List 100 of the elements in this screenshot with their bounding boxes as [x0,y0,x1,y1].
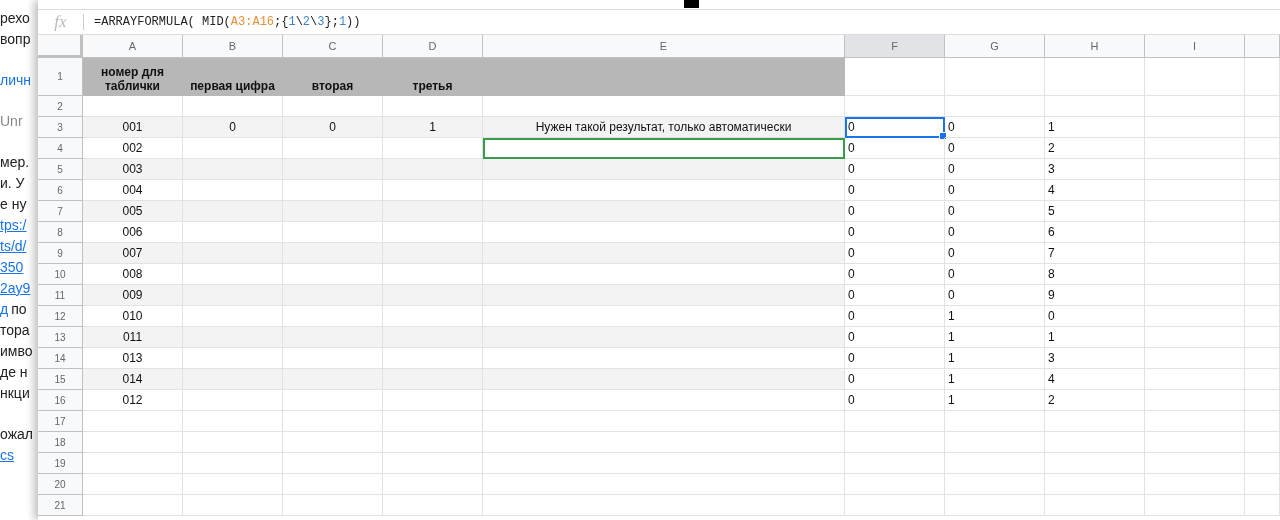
table-cell: третья [383,58,483,96]
link[interactable]: tps:/ [0,217,27,233]
table-cell: 1 [1045,327,1145,348]
table-cell: 1 [945,348,1045,369]
table-cell [1245,411,1280,432]
table-cell: 0 [845,222,945,243]
page-text: мер. [0,154,30,170]
row-number[interactable]: 1 [38,58,83,96]
link[interactable]: 350 [0,259,24,275]
table-cell [1245,243,1280,264]
table-cell: 0 [945,159,1045,180]
table-cell [1245,348,1280,369]
table-cell: 0 [945,180,1045,201]
table-cell: вторая [283,58,383,96]
page-text: рехо [0,10,30,26]
table-cell: 007 [83,243,183,264]
corner-cell[interactable] [38,35,83,58]
row-number[interactable]: 3 [38,117,83,138]
row-number[interactable]: 4 [38,138,83,159]
page-text: нкци [0,385,30,401]
table-cell: 1 [945,390,1045,411]
table-cell [1245,306,1280,327]
table-cell: 0 [845,159,945,180]
page-text: де н [0,364,28,380]
table-cell: 1 [945,327,1045,348]
row-number[interactable]: 20 [38,474,83,495]
formula-field[interactable]: =ARRAYFORMULA( MID(A3:A16;{1\2\3};1)) [94,15,361,29]
column-header[interactable] [1245,35,1280,58]
row-number[interactable]: 6 [38,180,83,201]
fill-handle[interactable] [939,132,947,140]
column-header[interactable]: H [1045,35,1145,58]
table-cell: 011 [83,327,183,348]
row-number[interactable]: 14 [38,348,83,369]
table-cell: 4 [1045,180,1145,201]
page-text: по [11,301,27,317]
table-cell: 2 [1045,138,1145,159]
table-cell: 1 [945,369,1045,390]
link[interactable]: cs [0,447,14,463]
row-number[interactable]: 19 [38,453,83,474]
table-cell: 014 [83,369,183,390]
row-number[interactable]: 18 [38,432,83,453]
row-number[interactable]: 7 [38,201,83,222]
table-cell: 0 [945,138,1045,159]
row-number[interactable]: 8 [38,222,83,243]
table-cell [1245,159,1280,180]
table-cell: 0 [845,327,945,348]
table-cell: 1 [945,306,1045,327]
table-cell: 0 [283,117,383,138]
column-header[interactable]: E [483,35,845,58]
table-cell: 9 [1045,285,1145,306]
row-number[interactable]: 12 [38,306,83,327]
table-cell [1245,327,1280,348]
link[interactable]: д [0,301,9,317]
table-cell: 005 [83,201,183,222]
row-number[interactable]: 2 [38,96,83,117]
column-header[interactable]: G [945,35,1045,58]
page-text: личн [0,72,31,88]
table-cell [1245,180,1280,201]
table-cell: 009 [83,285,183,306]
page-text: имво [0,343,33,359]
square-icon [684,0,699,8]
table-cell: 0 [845,285,945,306]
table-cell: 7 [1045,243,1145,264]
row-number[interactable]: 15 [38,369,83,390]
column-header[interactable]: C [283,35,383,58]
table-cell: 0 [845,306,945,327]
page-text: Unr [0,113,23,129]
table-cell: 0 [945,201,1045,222]
link[interactable]: ts/d/ [0,238,27,254]
table-cell [1245,474,1280,495]
table-cell: 003 [83,159,183,180]
table-cell: 0 [845,264,945,285]
page-text: ожал [0,426,33,442]
column-header[interactable]: F [845,35,945,58]
table-cell: 0 [945,264,1045,285]
table-cell: 0 [945,285,1045,306]
table-cell [1245,264,1280,285]
row-number[interactable]: 5 [38,159,83,180]
row-number[interactable]: 17 [38,411,83,432]
row-number[interactable]: 9 [38,243,83,264]
table-cell: номер для таблички [83,58,183,96]
table-cell [1245,495,1280,516]
page-text: тора [0,322,30,338]
table-cell: 0 [845,348,945,369]
column-header[interactable]: D [383,35,483,58]
row-number[interactable]: 11 [38,285,83,306]
table-cell: 6 [1045,222,1145,243]
row-number[interactable]: 10 [38,264,83,285]
table-cell [1245,96,1280,117]
column-header[interactable]: I [1145,35,1245,58]
link[interactable]: 2ay9 [0,280,31,296]
table-cell [1245,369,1280,390]
column-header[interactable]: A [83,35,183,58]
page-text: и. У [0,175,25,191]
row-number[interactable]: 13 [38,327,83,348]
table-cell: 001 [83,117,183,138]
row-number[interactable]: 21 [38,495,83,516]
row-number[interactable]: 16 [38,390,83,411]
table-cell: 0 [845,201,945,222]
column-header[interactable]: B [183,35,283,58]
